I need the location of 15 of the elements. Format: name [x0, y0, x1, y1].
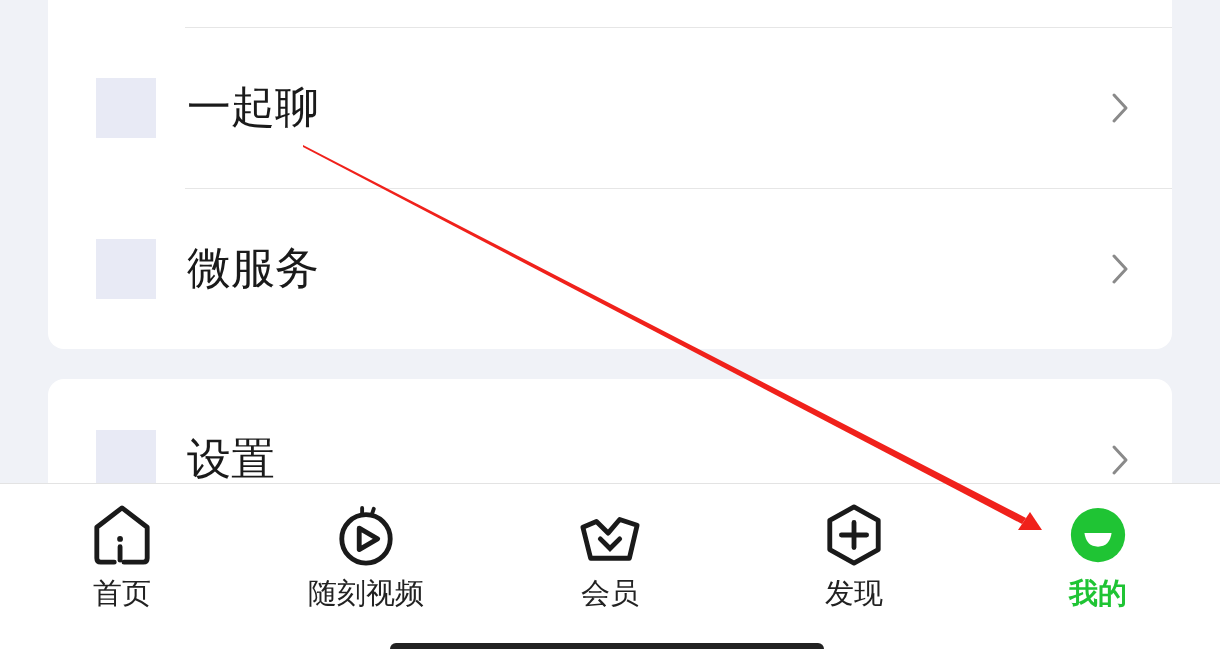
chevron-icon [1110, 91, 1130, 124]
tab[interactable]: 发现 [759, 504, 949, 614]
menu-item[interactable]: 微服务 [48, 188, 1172, 349]
item-label: 一起聊 [187, 80, 320, 134]
item-icon [96, 429, 156, 483]
item-label: 设置 [187, 432, 276, 483]
tab[interactable]: 会员 [515, 504, 705, 614]
menu-item[interactable]: 设置 [48, 379, 1172, 483]
chevron-icon [1110, 252, 1130, 285]
item-label: 微服务 [187, 241, 320, 295]
tab[interactable]: 随刻视频 [271, 504, 461, 614]
home-icon [91, 504, 153, 566]
chevron-icon [1110, 443, 1130, 476]
menu-item[interactable]: 一起聊 [48, 27, 1172, 188]
tab[interactable]: 首页 [27, 504, 217, 614]
